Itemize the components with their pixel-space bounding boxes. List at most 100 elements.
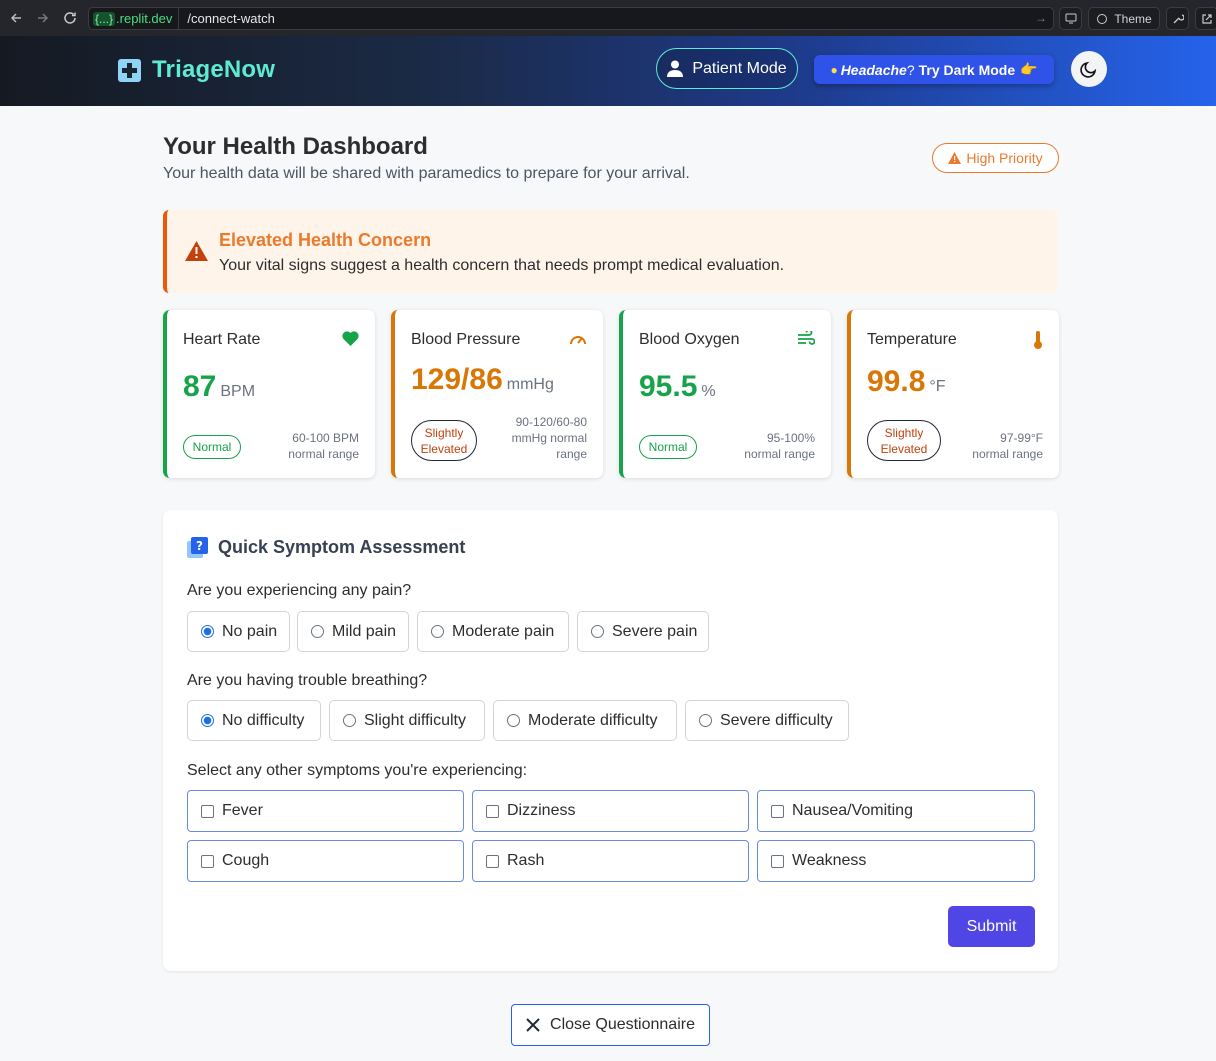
forward-icon[interactable] <box>32 7 54 29</box>
vital-label: Blood Oxygen <box>639 331 740 348</box>
medical-cross-icon <box>118 58 141 82</box>
open-external-icon[interactable] <box>1195 7 1216 30</box>
option-label: Mild pain <box>332 622 397 640</box>
range-line: 97-99°F <box>1000 431 1043 445</box>
checkbox[interactable] <box>201 854 214 868</box>
symptom-label: Dizziness <box>507 802 576 819</box>
address-bar[interactable]: {...} .replit.dev /connect-watch → <box>88 7 1054 30</box>
vital-unit: BPM <box>220 383 256 400</box>
wrench-icon[interactable] <box>1166 7 1189 30</box>
checkbox[interactable] <box>771 854 784 868</box>
vital-value: 95.5% <box>639 370 716 404</box>
radio[interactable] <box>591 625 604 638</box>
vital-card-heart-rate: Heart Rate 87 BPM Normal 60-100 BPM normal… <box>163 310 375 478</box>
checkbox[interactable] <box>486 804 499 818</box>
devices-icon[interactable] <box>1059 7 1082 30</box>
theme-button[interactable]: Theme <box>1088 7 1160 30</box>
radio-checked[interactable] <box>201 625 214 638</box>
status-line: Slightly <box>424 425 464 440</box>
alert-triangle-icon <box>185 241 208 261</box>
vital-number: 129/86 <box>411 363 503 396</box>
close-questionnaire-button[interactable]: Close Questionnaire <box>511 1004 710 1046</box>
breathing-option-moderate[interactable]: Moderate difficulty <box>493 700 677 741</box>
page-title: Your Health Dashboard <box>163 133 428 160</box>
moon-icon <box>1080 61 1097 78</box>
close-label: Close Questionnaire <box>550 1016 695 1033</box>
app-logo[interactable]: TriageNow <box>117 56 275 84</box>
symptom-assessment-panel: ? Quick Symptom Assessment Are you exper… <box>163 510 1058 971</box>
submit-button[interactable]: Submit <box>948 906 1035 947</box>
radio[interactable] <box>343 714 356 727</box>
thermometer-icon <box>1034 331 1042 349</box>
vital-label: Heart Rate <box>183 331 261 348</box>
reload-icon[interactable] <box>59 7 81 29</box>
app-name: TriageNow <box>152 56 276 83</box>
status-line: Elevated <box>880 441 928 456</box>
close-icon <box>526 1018 540 1032</box>
theme-toggle-button[interactable] <box>1071 51 1107 87</box>
range-line: 90-120/60-80 <box>515 415 587 429</box>
status-line: Elevated <box>420 441 468 456</box>
radio-checked[interactable] <box>201 714 214 727</box>
range-line: normal range <box>972 447 1043 461</box>
symptom-label: Fever <box>222 802 263 819</box>
symptom-cough[interactable]: Cough <box>187 840 464 882</box>
symptom-nausea[interactable]: Nausea/Vomiting <box>757 790 1035 832</box>
patient-mode-button[interactable]: Patient Mode <box>656 48 798 89</box>
user-icon <box>667 60 684 77</box>
checkbox[interactable] <box>486 854 499 868</box>
page-subtitle: Your health data will be shared with par… <box>163 165 690 182</box>
symptom-fever[interactable]: Fever <box>187 790 464 832</box>
promo-italic: Headache <box>840 61 907 78</box>
radio[interactable] <box>311 625 324 638</box>
breathing-option-slight[interactable]: Slight difficulty <box>329 700 485 741</box>
patient-mode-label: Patient Mode <box>692 59 787 77</box>
assessment-heading: ? Quick Symptom Assessment <box>187 537 465 558</box>
go-arrow-icon[interactable]: → <box>1035 11 1047 25</box>
range-line: 95-100% <box>766 431 815 445</box>
dark-mode-promo-button[interactable]: ● Headache? Try Dark Mode 👉 <box>814 55 1054 84</box>
svg-text:?: ? <box>196 539 203 553</box>
status-badge: Normal <box>183 435 241 459</box>
question-book-icon: ? <box>187 537 208 558</box>
vital-value: 99.8 °F <box>867 365 946 399</box>
option-label: Moderate pain <box>452 622 555 640</box>
pain-option-moderate[interactable]: Moderate pain <box>417 611 569 652</box>
normal-range: 60-100 BPM normal range <box>288 430 359 462</box>
symptom-rash[interactable]: Rash <box>472 840 749 882</box>
option-label: Severe difficulty <box>720 711 833 729</box>
breathing-option-severe[interactable]: Severe difficulty <box>685 700 849 741</box>
back-icon[interactable] <box>5 7 27 29</box>
palette-icon <box>1097 13 1108 24</box>
vital-unit: mmHg <box>506 376 554 393</box>
domain-text: .replit.dev <box>116 11 173 26</box>
app-header: TriageNow Patient Mode ● Headache? Try D… <box>0 36 1216 106</box>
option-label: No difficulty <box>222 711 305 729</box>
option-label: Slight difficulty <box>364 711 466 729</box>
symptom-weakness[interactable]: Weakness <box>757 840 1035 882</box>
breathing-option-none[interactable]: No difficulty <box>187 700 321 741</box>
vital-card-blood-pressure: Blood Pressure 129/86 mmHg Slightly Elevat… <box>391 310 603 478</box>
pain-option-none[interactable]: No pain <box>187 611 290 652</box>
priority-badge: High Priority <box>932 143 1059 173</box>
symptoms-question: Select any other symptoms you're experie… <box>187 762 528 779</box>
symptom-label: Weakness <box>792 852 867 869</box>
pointing-hand-icon: 👉 <box>1020 61 1038 77</box>
range-line: mmHg normal <box>511 431 587 445</box>
symptom-dizziness[interactable]: Dizziness <box>472 790 749 832</box>
symptom-label: Nausea/Vomiting <box>792 802 913 819</box>
health-alert: Elevated Health Concern Your vital signs… <box>163 210 1058 293</box>
checkbox[interactable] <box>201 804 214 818</box>
checkbox[interactable] <box>771 804 784 818</box>
radio[interactable] <box>507 714 520 727</box>
vital-number: 87 <box>183 370 217 403</box>
radio[interactable] <box>431 625 444 638</box>
symptom-label: Cough <box>222 852 270 869</box>
domain-tag: {...} <box>93 11 116 26</box>
range-line: normal range <box>288 447 359 461</box>
pain-option-mild[interactable]: Mild pain <box>297 611 409 652</box>
breathing-question: Are you having trouble breathing? <box>187 672 428 689</box>
pain-option-severe[interactable]: Severe pain <box>577 611 709 652</box>
radio[interactable] <box>699 714 712 727</box>
normal-range: 97-99°F normal range <box>972 430 1043 462</box>
